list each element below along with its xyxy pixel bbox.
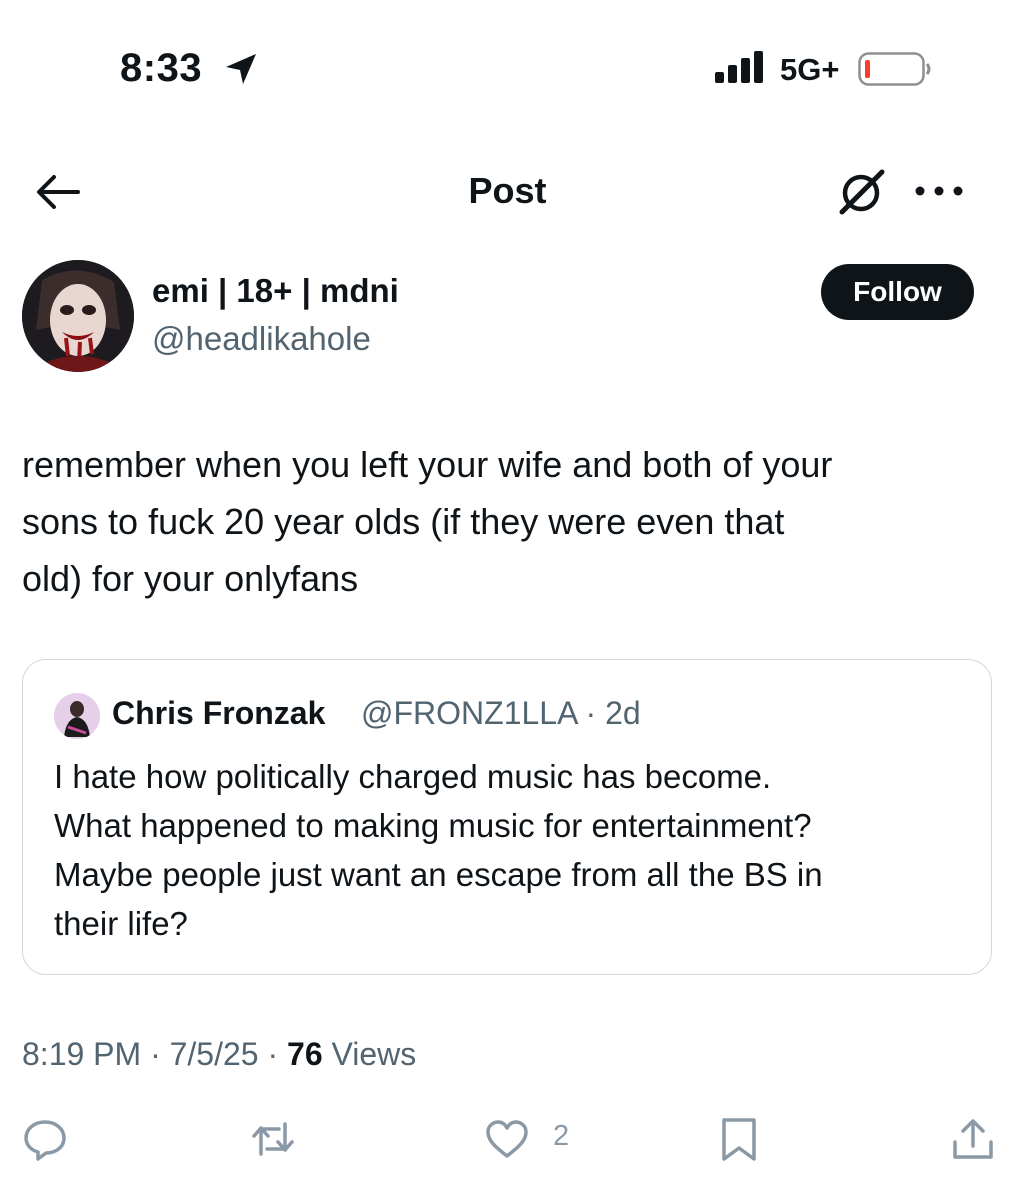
retweet-icon — [252, 1122, 294, 1156]
avatar[interactable] — [22, 260, 134, 372]
network-label: 5G+ — [780, 52, 840, 87]
post-text-line: old) for your onlyfans — [22, 558, 359, 599]
status-time: 8:33 — [120, 46, 203, 90]
views-count[interactable]: 76 — [287, 1036, 323, 1072]
like-count: 2 — [553, 1120, 570, 1152]
share-button[interactable] — [950, 1116, 996, 1166]
bookmark-icon — [722, 1118, 756, 1161]
grok-icon[interactable] — [836, 166, 888, 218]
bookmark-button[interactable] — [716, 1116, 762, 1166]
display-name[interactable]: emi | 18+ | mdni — [152, 272, 399, 310]
post-text-line: remember when you left your wife and bot… — [22, 444, 833, 485]
share-icon — [953, 1119, 993, 1159]
quoted-text-line: Maybe people just want an escape from al… — [54, 856, 823, 893]
quoted-text-line: What happened to making music for entert… — [54, 807, 812, 844]
meta-separator: · — [141, 1036, 170, 1072]
like-button[interactable]: 2 — [484, 1116, 584, 1166]
quoted-text: I hate how politically charged music has… — [54, 752, 974, 948]
retweet-button[interactable] — [250, 1116, 296, 1166]
reply-icon — [24, 1120, 66, 1161]
quoted-text-line: I hate how politically charged music has… — [54, 758, 772, 795]
more-icon[interactable] — [912, 176, 966, 206]
quoted-handle-time: @FRONZ1LLA · 2d — [361, 695, 641, 731]
post-text-line: sons to fuck 20 year olds (if they were … — [22, 501, 785, 542]
views-label: Views — [322, 1036, 417, 1072]
battery-low-icon — [858, 52, 931, 86]
like-icon — [486, 1120, 528, 1158]
location-arrow-icon — [226, 54, 256, 84]
post-time: 8:19 PM — [22, 1036, 142, 1072]
signal-bars-icon — [715, 51, 763, 83]
post-meta: 8:19 PM · 7/5/25 · 76 Views — [22, 1036, 416, 1073]
post-date: 7/5/25 — [169, 1036, 259, 1072]
meta-separator: · — [258, 1036, 288, 1072]
quoted-author-name[interactable]: Chris Fronzak — [112, 695, 325, 732]
reply-button[interactable] — [22, 1116, 68, 1166]
quoted-avatar[interactable] — [54, 693, 100, 739]
follow-button[interactable]: Follow — [821, 264, 974, 320]
user-handle[interactable]: @headlikahole — [152, 320, 371, 358]
post-text: remember when you left your wife and bot… — [22, 436, 997, 607]
quoted-text-line: their life? — [54, 905, 188, 942]
